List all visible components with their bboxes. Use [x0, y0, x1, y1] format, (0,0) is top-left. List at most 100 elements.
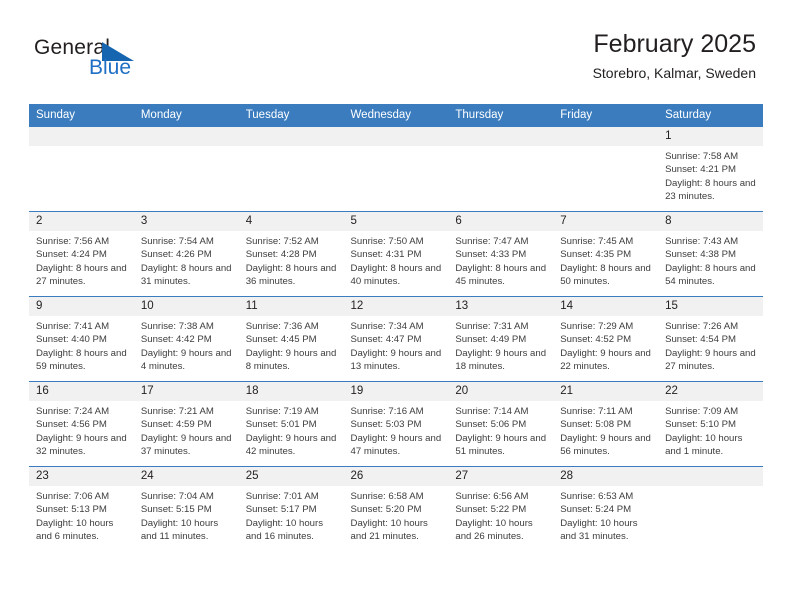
day-details: Sunrise: 7:58 AM Sunset: 4:21 PM Daylight:…: [658, 146, 763, 203]
sunrise-text: Sunrise: 7:14 AM: [455, 406, 529, 417]
calendar-day-cell[interactable]: 10 Sunrise: 7:38 AM Sunset: 4:42 PM Dayligh…: [133, 296, 239, 382]
sunset-text: Sunset: 5:17 PM: [245, 504, 317, 516]
calendar-week-row: 23 Sunrise: 7:06 AM Sunset: 5:13 PM Dayligh…: [29, 466, 763, 551]
daylight-text: Daylight: 8 hours and 40 minutes.: [350, 262, 442, 287]
day-details: Sunrise: 6:58 AM Sunset: 5:20 PM Daylight:…: [344, 486, 449, 543]
general-blue-logo[interactable]: General Blue: [34, 36, 214, 86]
calendar-day-cell[interactable]: 16 Sunrise: 7:24 AM Sunset: 4:56 PM Dayligh…: [29, 381, 134, 467]
sunset-text: Sunset: 4:49 PM: [455, 334, 527, 346]
calendar-day-cell[interactable]: 20 Sunrise: 7:14 AM Sunset: 5:06 PM Dayligh…: [448, 381, 554, 467]
calendar-day-cell[interactable]: 3 Sunrise: 7:54 AM Sunset: 4:26 PM Daylight…: [133, 211, 239, 297]
calendar-week-row: 1 Sunrise: 7:58 AM Sunset: 4:21 PM Daylight…: [29, 126, 763, 212]
day-number: 5: [343, 212, 449, 231]
calendar-day-cell[interactable]: 12 Sunrise: 7:34 AM Sunset: 4:47 PM Dayligh…: [343, 296, 449, 382]
weekday-header-sunday: Sunday: [29, 104, 134, 127]
day-details: Sunrise: 7:45 AM Sunset: 4:35 PM Daylight:…: [553, 231, 658, 288]
calendar-day-cell[interactable]: 9 Sunrise: 7:41 AM Sunset: 4:40 PM Daylight…: [29, 296, 134, 382]
daylight-text: Daylight: 9 hours and 8 minutes.: [245, 347, 337, 372]
sunset-text: Sunset: 5:20 PM: [350, 504, 422, 516]
calendar-cell-empty: [448, 126, 554, 212]
calendar-day-cell[interactable]: 28 Sunrise: 6:53 AM Sunset: 5:24 PM Dayligh…: [553, 466, 659, 551]
day-number: 6: [448, 212, 554, 231]
day-number: [658, 467, 763, 486]
calendar-day-cell[interactable]: 26 Sunrise: 6:58 AM Sunset: 5:20 PM Dayligh…: [343, 466, 449, 551]
day-number: 8: [658, 212, 763, 231]
daylight-text: Daylight: 9 hours and 18 minutes.: [455, 347, 547, 372]
sunrise-text: Sunrise: 7:09 AM: [665, 406, 739, 417]
calendar-day-cell[interactable]: 13 Sunrise: 7:31 AM Sunset: 4:49 PM Dayligh…: [448, 296, 554, 382]
day-details: Sunrise: 6:56 AM Sunset: 5:22 PM Daylight:…: [448, 486, 553, 543]
day-number: 3: [133, 212, 239, 231]
calendar-day-cell[interactable]: 7 Sunrise: 7:45 AM Sunset: 4:35 PM Daylight…: [553, 211, 659, 297]
sunrise-text: Sunrise: 7:58 AM: [665, 151, 739, 162]
day-details: Sunrise: 7:47 AM Sunset: 4:33 PM Daylight:…: [448, 231, 553, 288]
day-number: 1: [658, 127, 763, 146]
day-details: Sunrise: 7:43 AM Sunset: 4:38 PM Daylight:…: [658, 231, 763, 288]
day-details: Sunrise: 7:16 AM Sunset: 5:03 PM Daylight:…: [344, 401, 449, 458]
calendar-cell-empty: [238, 126, 344, 212]
day-details: Sunrise: 7:52 AM Sunset: 4:28 PM Daylight:…: [239, 231, 344, 288]
daylight-text: Daylight: 10 hours and 1 minute.: [665, 432, 743, 457]
calendar-cell-empty: [343, 126, 449, 212]
calendar-day-cell[interactable]: 24 Sunrise: 7:04 AM Sunset: 5:15 PM Dayligh…: [133, 466, 239, 551]
calendar-day-cell[interactable]: 14 Sunrise: 7:29 AM Sunset: 4:52 PM Dayligh…: [553, 296, 659, 382]
daylight-text: Daylight: 9 hours and 32 minutes.: [36, 432, 127, 457]
calendar-day-cell[interactable]: 18 Sunrise: 7:19 AM Sunset: 5:01 PM Dayligh…: [238, 381, 344, 467]
daylight-text: Daylight: 9 hours and 22 minutes.: [560, 347, 651, 372]
sunset-text: Sunset: 4:31 PM: [350, 249, 422, 261]
sunrise-text: Sunrise: 7:56 AM: [36, 236, 110, 247]
calendar-day-cell[interactable]: 6 Sunrise: 7:47 AM Sunset: 4:33 PM Daylight…: [448, 211, 554, 297]
day-details: Sunrise: 6:53 AM Sunset: 5:24 PM Daylight:…: [553, 486, 658, 543]
calendar-day-cell[interactable]: 25 Sunrise: 7:01 AM Sunset: 5:17 PM Dayligh…: [238, 466, 344, 551]
day-number: [343, 127, 449, 146]
calendar-day-cell[interactable]: 4 Sunrise: 7:52 AM Sunset: 4:28 PM Daylight…: [238, 211, 344, 297]
sunset-text: Sunset: 4:42 PM: [140, 334, 212, 346]
calendar-page: General Blue February 2025 Storebro, Kal…: [0, 0, 792, 612]
day-number: 15: [658, 297, 763, 316]
calendar-day-cell[interactable]: 22 Sunrise: 7:09 AM Sunset: 5:10 PM Dayligh…: [658, 381, 763, 467]
sunrise-text: Sunrise: 7:45 AM: [560, 236, 634, 247]
calendar-day-cell[interactable]: 11 Sunrise: 7:36 AM Sunset: 4:45 PM Dayligh…: [238, 296, 344, 382]
daylight-text: Daylight: 9 hours and 42 minutes.: [245, 432, 337, 457]
page-subtitle: Storebro, Kalmar, Sweden: [592, 64, 756, 81]
day-number: 18: [238, 382, 344, 401]
sunset-text: Sunset: 4:47 PM: [350, 334, 422, 346]
daylight-text: Daylight: 10 hours and 16 minutes.: [245, 517, 324, 542]
day-number: 23: [29, 467, 134, 486]
day-number: 2: [29, 212, 134, 231]
sunrise-text: Sunrise: 7:54 AM: [140, 236, 214, 247]
calendar-day-cell[interactable]: 19 Sunrise: 7:16 AM Sunset: 5:03 PM Dayligh…: [343, 381, 449, 467]
day-number: 27: [448, 467, 554, 486]
calendar-cell-empty: [658, 466, 763, 551]
sunrise-text: Sunrise: 7:26 AM: [665, 321, 739, 332]
calendar-cell-empty: [29, 126, 134, 212]
sunset-text: Sunset: 5:15 PM: [140, 504, 212, 516]
day-details: Sunrise: 7:34 AM Sunset: 4:47 PM Daylight:…: [344, 316, 449, 373]
sunset-text: Sunset: 4:52 PM: [560, 334, 632, 346]
sunrise-text: Sunrise: 6:53 AM: [560, 491, 634, 502]
daylight-text: Daylight: 10 hours and 6 minutes.: [36, 517, 114, 542]
calendar-day-cell[interactable]: 2 Sunrise: 7:56 AM Sunset: 4:24 PM Daylight…: [29, 211, 134, 297]
day-details: Sunrise: 7:31 AM Sunset: 4:49 PM Daylight:…: [448, 316, 553, 373]
weekday-header-tuesday: Tuesday: [238, 104, 344, 127]
sunrise-text: Sunrise: 7:41 AM: [36, 321, 110, 332]
calendar-day-cell[interactable]: 5 Sunrise: 7:50 AM Sunset: 4:31 PM Daylight…: [343, 211, 449, 297]
day-number: 22: [658, 382, 763, 401]
calendar-day-cell[interactable]: 17 Sunrise: 7:21 AM Sunset: 4:59 PM Dayligh…: [133, 381, 239, 467]
sunset-text: Sunset: 4:54 PM: [665, 334, 736, 346]
calendar-day-cell[interactable]: 23 Sunrise: 7:06 AM Sunset: 5:13 PM Dayligh…: [29, 466, 134, 551]
sunrise-text: Sunrise: 7:38 AM: [140, 321, 214, 332]
day-number: 12: [343, 297, 449, 316]
sunrise-text: Sunrise: 6:58 AM: [350, 491, 424, 502]
day-number: 25: [238, 467, 344, 486]
calendar-day-cell[interactable]: 8 Sunrise: 7:43 AM Sunset: 4:38 PM Daylight…: [658, 211, 763, 297]
sunset-text: Sunset: 5:24 PM: [560, 504, 632, 516]
calendar-day-cell[interactable]: 21 Sunrise: 7:11 AM Sunset: 5:08 PM Dayligh…: [553, 381, 659, 467]
calendar-grid: Sunday Monday Tuesday Wednesday Thursday…: [29, 104, 763, 551]
calendar-day-cell[interactable]: 27 Sunrise: 6:56 AM Sunset: 5:22 PM Dayligh…: [448, 466, 554, 551]
calendar-day-cell[interactable]: 15 Sunrise: 7:26 AM Sunset: 4:54 PM Dayligh…: [658, 296, 763, 382]
sunset-text: Sunset: 4:40 PM: [36, 334, 107, 346]
day-number: 9: [29, 297, 134, 316]
sunset-text: Sunset: 4:35 PM: [560, 249, 632, 261]
calendar-day-cell[interactable]: 1 Sunrise: 7:58 AM Sunset: 4:21 PM Daylight…: [658, 126, 763, 212]
